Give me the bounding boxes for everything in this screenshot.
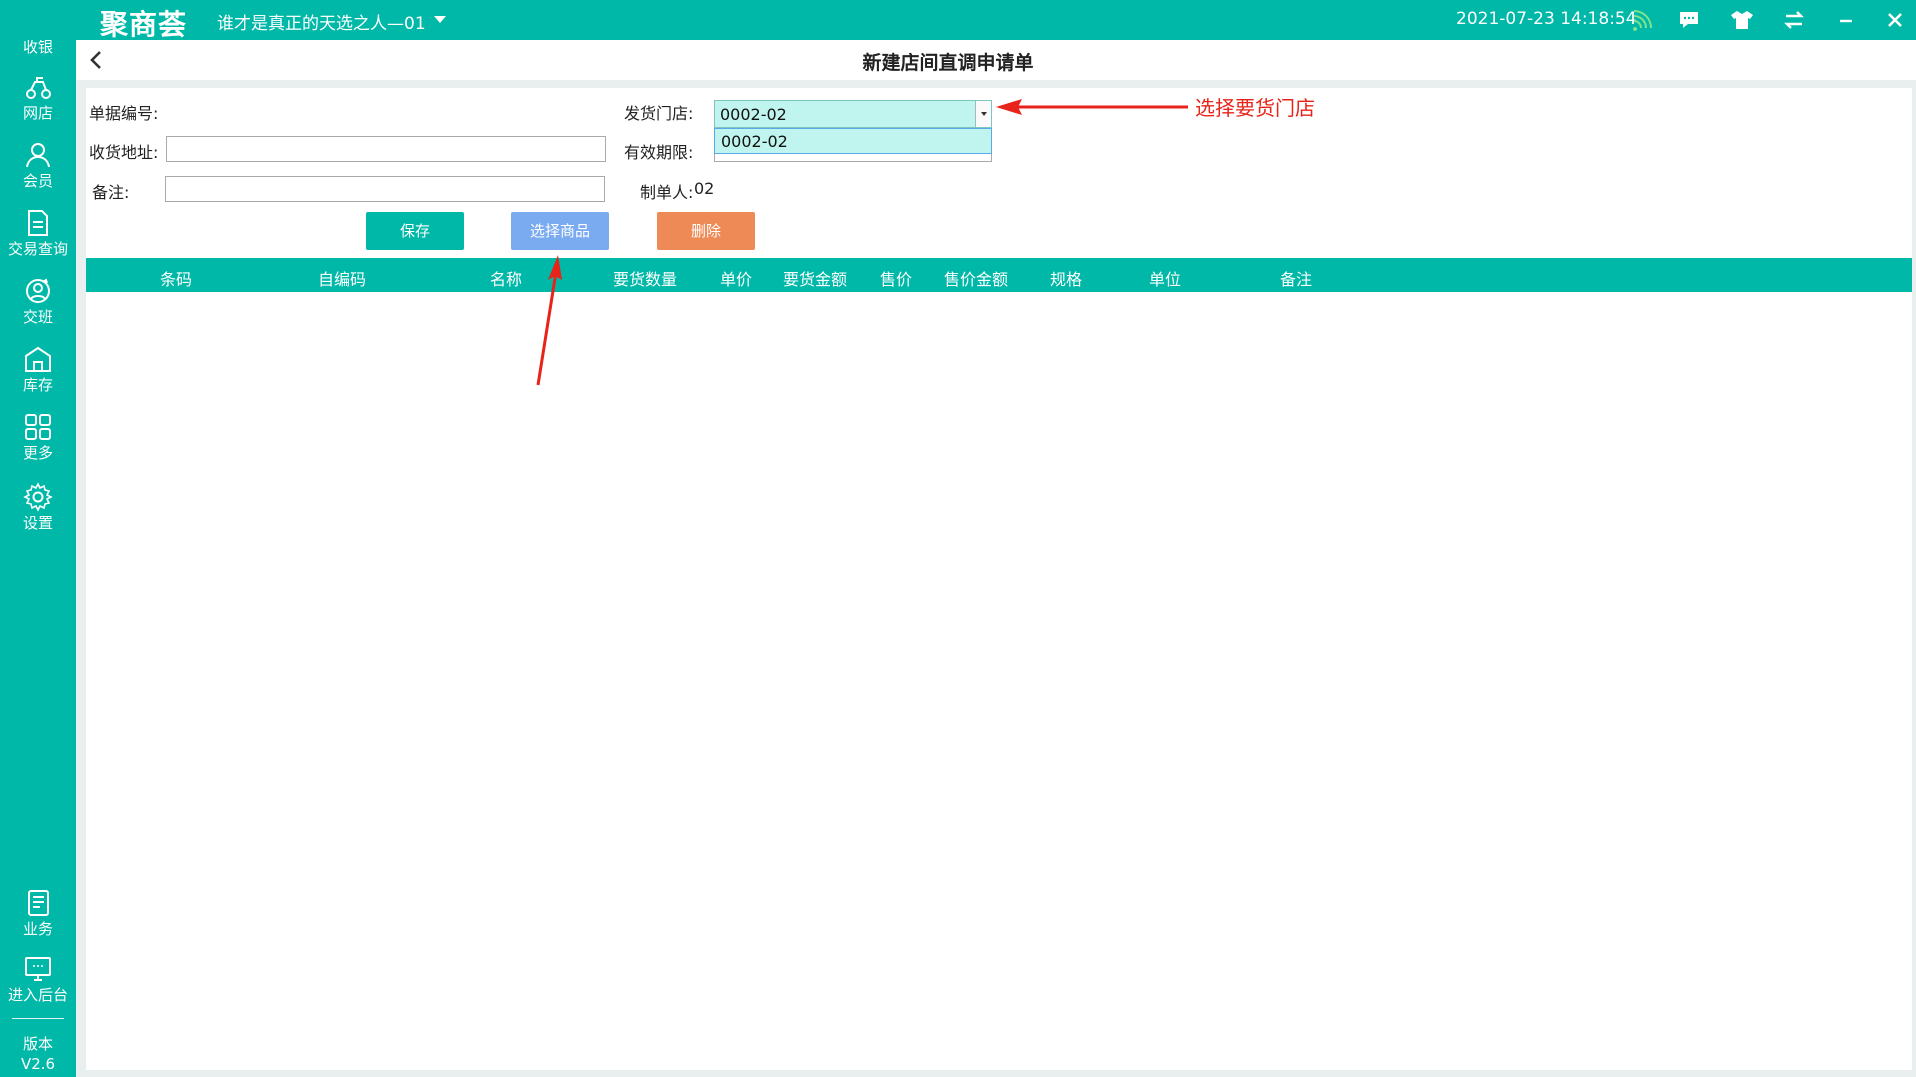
grid-icon [25,414,51,440]
ship-store-select[interactable]: 0002-02 [714,100,992,128]
message-icon[interactable] [1676,7,1702,33]
shirt-icon[interactable] [1729,7,1755,33]
column-header-name[interactable]: 名称 [490,266,522,290]
column-header-sale-amount[interactable]: 售价金额 [944,266,1008,290]
member-icon [26,143,50,168]
monitor-icon [25,957,51,981]
sidebar-item-label: 交易查询 [7,240,68,258]
sidebar-item-label: 进入后台 [7,986,68,1004]
column-header-request-qty[interactable]: 要货数量 [613,266,677,290]
creator-label: 制单人: [640,183,694,202]
delete-button[interactable]: 删除 [657,212,755,250]
column-header-remark[interactable]: 备注 [1280,266,1312,290]
page-header: 新建店间直调申请单 [76,40,1916,80]
delivery-icon [26,77,51,99]
sidebar-item-backend[interactable]: 进入后台 [0,954,76,1016]
top-bar: 聚商荟 谁才是真正的天选之人—01 2021-07-23 14:18:54 [0,0,1916,43]
version-number: V2.6 [20,1055,56,1073]
app-logo-text: 聚商荟 [100,8,188,41]
sidebar-item-label: 库存 [22,376,53,394]
sidebar-item-label: 会员 [22,172,53,190]
sidebar-divider [12,1018,64,1019]
sidebar-item-settings[interactable]: 设置 [0,482,76,544]
column-header-unit-price[interactable]: 单价 [720,266,752,290]
save-button[interactable]: 保存 [366,212,464,250]
expiry-label: 有效期限: [624,143,694,162]
sidebar-item-label: 业务 [22,920,53,938]
table-header: 条码 自编码 名称 要货数量 单价 要货金额 售价 售价金额 规格 单位 备注 [86,258,1912,292]
sidebar-item-label: 交班 [22,308,53,326]
column-header-request-amount[interactable]: 要货金额 [783,266,847,290]
remark-input[interactable] [165,176,605,202]
datetime: 2021-07-23 14:18:54 [1456,9,1637,29]
chevron-down-icon[interactable] [434,16,446,23]
app-logo: 聚商荟 [100,3,187,43]
sidebar-item-label: 更多 [22,444,53,462]
sidebar-item-member[interactable]: 会员 [0,140,76,202]
gear-icon [23,482,53,512]
handover-icon [26,278,50,303]
creator-value: 02 [694,179,715,198]
close-icon[interactable] [1882,7,1908,33]
column-header-barcode[interactable]: 条码 [160,266,192,290]
swap-icon[interactable] [1781,7,1807,33]
sidebar-item-inventory[interactable]: 库存 [0,344,76,406]
main-panel: 新建店间直调申请单 单据编号: 发货门店: 0002-02 收货地址: 有效期限… [76,40,1916,1077]
version-label: 版本 V2.6 [0,1034,76,1074]
wifi-icon[interactable] [1629,7,1655,33]
dropdown-arrow-icon[interactable] [975,101,991,127]
minimize-icon[interactable] [1833,7,1859,33]
page-title: 新建店间直调申请单 [862,52,1034,74]
ship-store-label: 发货门店: [624,104,694,123]
sidebar-item-label: 设置 [22,514,53,532]
address-input[interactable] [166,136,606,162]
remark-label: 备注: [92,183,130,202]
business-icon [28,890,49,916]
column-header-custom-code[interactable]: 自编码 [318,266,366,290]
sidebar-item-business[interactable]: 业务 [0,888,76,950]
document-icon [28,210,48,236]
doc-no-label: 单据编号: [89,104,159,123]
ship-store-option[interactable]: 0002-02 [721,132,788,151]
sidebar: 收银 网店 会员 交易查询 交班 库存 更多 设置 业务 进入后台 版本 V2.… [0,0,76,1077]
form-content: 单据编号: 发货门店: 0002-02 收货地址: 有效期限: 0002-02 … [86,88,1912,1070]
column-header-sale-price[interactable]: 售价 [880,266,912,290]
address-label: 收货地址: [89,143,159,162]
sidebar-item-more[interactable]: 更多 [0,412,76,474]
sidebar-item-webstore[interactable]: 网店 [0,72,76,134]
select-goods-button[interactable]: 选择商品 [511,212,609,250]
sidebar-item-transactions[interactable]: 交易查询 [0,208,76,270]
column-header-spec[interactable]: 规格 [1050,266,1082,290]
ship-store-dropdown-list[interactable]: 0002-02 [714,128,992,154]
column-header-unit[interactable]: 单位 [1149,266,1181,290]
warehouse-icon [25,346,51,372]
annotation-text: 选择要货门店 [1195,96,1315,120]
sidebar-item-handover[interactable]: 交班 [0,276,76,338]
store-name[interactable]: 谁才是真正的天选之人—01 [217,9,426,34]
ship-store-selected-value: 0002-02 [720,105,787,124]
version-caption: 版本 [22,1035,53,1053]
sidebar-item-label: 收银 [22,38,53,56]
sidebar-item-label: 网店 [22,104,53,122]
